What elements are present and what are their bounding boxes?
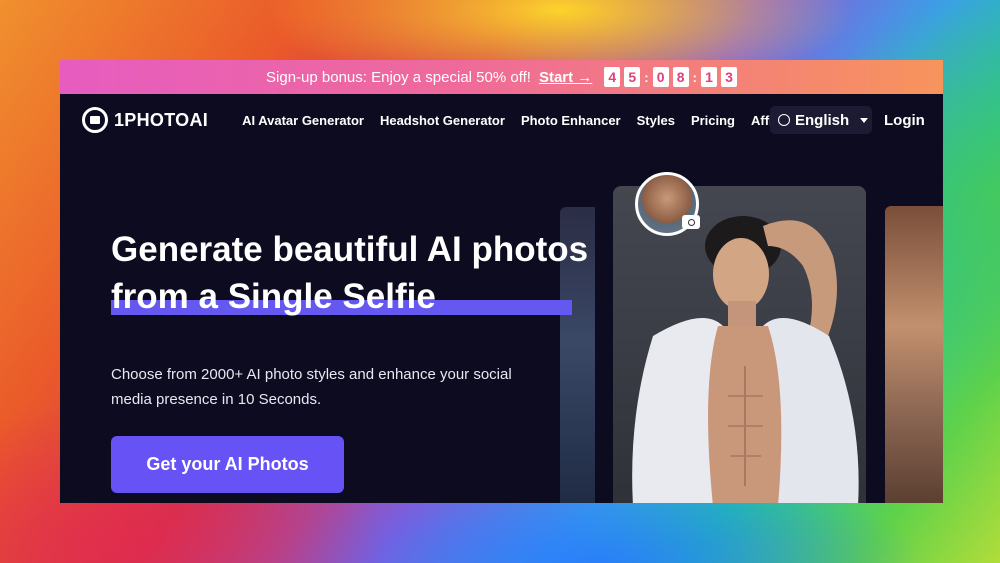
- photo-card-main: [613, 186, 866, 503]
- nav-link-styles[interactable]: Styles: [637, 113, 675, 128]
- logo-text: 1PHOTOAI: [114, 109, 209, 130]
- countdown-digit: 8: [672, 67, 689, 87]
- selfie-avatar: [635, 172, 700, 236]
- countdown-digit: 3: [720, 67, 737, 87]
- globe-icon: [778, 114, 790, 126]
- nav-link-ai-avatar-generator[interactable]: AI Avatar Generator: [242, 113, 364, 128]
- countdown-separator: :: [644, 69, 649, 85]
- get-ai-photos-button[interactable]: Get your AI Photos: [111, 436, 344, 493]
- browser-page: Sign-up bonus: Enjoy a special 50% off! …: [60, 60, 943, 503]
- logo-badge-icon: [82, 107, 108, 133]
- hero-subtitle: Choose from 2000+ AI photo styles and en…: [111, 366, 512, 408]
- countdown-digit: 0: [652, 67, 669, 87]
- nav-link-pricing[interactable]: Pricing: [691, 113, 735, 128]
- nav-links: AI Avatar Generator Headshot Generator P…: [242, 113, 822, 128]
- hero-title-line-2: from a Single Selfie: [111, 277, 436, 316]
- login-link[interactable]: Login: [884, 112, 925, 129]
- countdown-digit: 1: [700, 67, 717, 87]
- language-label: English: [795, 111, 850, 129]
- model-photo: [632, 216, 859, 503]
- camera-icon: [682, 215, 700, 229]
- caret-down-icon: [860, 117, 869, 123]
- countdown-separator: :: [692, 69, 697, 85]
- site-logo[interactable]: 1PHOTOAI: [82, 107, 208, 133]
- countdown-digit: 5: [624, 67, 641, 87]
- language-select[interactable]: English: [770, 106, 872, 134]
- top-nav: 1PHOTOAI AI Avatar Generator Headshot Ge…: [60, 94, 943, 146]
- promo-banner: Sign-up bonus: Enjoy a special 50% off! …: [60, 60, 943, 94]
- countdown-digit: 4: [604, 67, 621, 87]
- hero-title-line-1: Generate beautiful AI photos: [111, 230, 589, 269]
- photo-card-right: [885, 206, 943, 503]
- promo-start-link[interactable]: Start →: [539, 69, 592, 86]
- promo-text: Sign-up bonus: Enjoy a special 50% off!: [266, 68, 531, 86]
- nav-link-headshot-generator[interactable]: Headshot Generator: [380, 113, 505, 128]
- nav-link-photo-enhancer[interactable]: Photo Enhancer: [521, 113, 621, 128]
- hero-title: Generate beautiful AI photos from a Sing…: [111, 226, 588, 320]
